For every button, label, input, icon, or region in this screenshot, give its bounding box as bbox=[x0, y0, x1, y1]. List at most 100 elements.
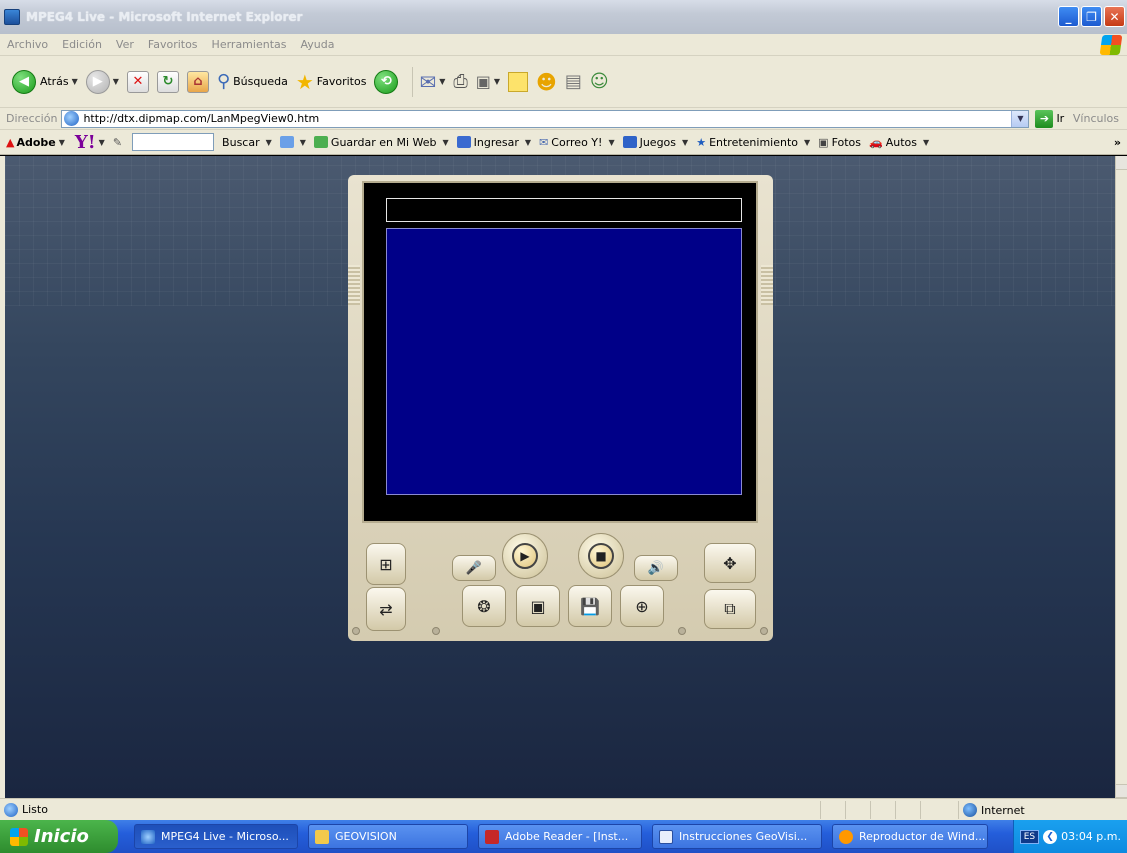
dropdown-icon: ▼ bbox=[923, 137, 930, 147]
close-button[interactable]: ✕ bbox=[1104, 6, 1125, 27]
play-icon: ▶ bbox=[512, 543, 538, 569]
switch-camera-button[interactable]: ⇄ bbox=[366, 587, 406, 631]
research-icon: ▤ bbox=[564, 71, 582, 92]
standard-toolbar: ◀ Atrás ▼ ▶ ▼ ✕ ↻ ⌂ ⚲ Búsqueda ★ Favorit… bbox=[0, 56, 1127, 108]
taskbar-item-media-player[interactable]: Reproductor de Wind... bbox=[832, 824, 988, 849]
photos-label: Fotos bbox=[831, 135, 862, 149]
history-button[interactable]: ⟲ bbox=[374, 69, 399, 94]
vertical-scrollbar[interactable] bbox=[1115, 156, 1127, 798]
links-button[interactable]: Vínculos bbox=[1073, 112, 1119, 125]
dropdown-icon: ▼ bbox=[682, 137, 689, 147]
signin-button[interactable]: Ingresar ▼ bbox=[456, 135, 531, 149]
save-button[interactable]: 💾 bbox=[568, 585, 612, 627]
language-indicator[interactable]: ES bbox=[1019, 829, 1040, 844]
floppy-disk-icon: 💾 bbox=[580, 596, 600, 616]
scroll-down-icon[interactable] bbox=[1116, 784, 1127, 798]
messenger-button[interactable]: ☻ bbox=[536, 70, 557, 94]
taskbar-item-geovision[interactable]: GEOVISION bbox=[308, 824, 468, 849]
autos-button[interactable]: 🚗 Autos ▼ bbox=[869, 136, 929, 149]
yahoo-logo[interactable]: Y! bbox=[75, 132, 96, 153]
edit-button[interactable]: ▣ ▼ bbox=[476, 72, 500, 91]
video-display[interactable] bbox=[386, 228, 742, 495]
menu-archivo[interactable]: Archivo bbox=[0, 38, 55, 51]
favorites-button[interactable]: ★ Favoritos bbox=[296, 70, 367, 94]
home-button[interactable]: ⌂ bbox=[186, 70, 209, 93]
address-input[interactable]: http://dtx.dipmap.com/LanMpegView0.htm ▼ bbox=[61, 109, 1030, 128]
mail-button[interactable]: ✉ ▼ bbox=[419, 70, 445, 94]
show-hidden-icons-icon[interactable]: ❮ bbox=[1043, 829, 1058, 844]
buscar-button[interactable]: Buscar ▼ bbox=[222, 136, 272, 149]
taskbar-item-word[interactable]: Instrucciones GeoVisi... bbox=[652, 824, 822, 849]
mpeg4-player: ⊞ ⇄ 🎤 ▶ ■ 🔊 ✥ ❂ ▣ 💾 ⊕ ⧉ bbox=[348, 175, 773, 641]
menu-herramientas[interactable]: Herramientas bbox=[205, 38, 294, 51]
address-dropdown-icon[interactable]: ▼ bbox=[1011, 110, 1029, 127]
forward-arrow-icon: ▶ bbox=[85, 69, 110, 94]
security-zone: Internet bbox=[958, 801, 1025, 819]
menu-bar: Archivo Edición Ver Favoritos Herramient… bbox=[0, 34, 1127, 56]
print-button[interactable]: ⎙ bbox=[453, 71, 467, 92]
record-button[interactable]: ▣ bbox=[516, 585, 560, 627]
save-web-button[interactable]: Guardar en Mi Web ▼ bbox=[313, 135, 449, 149]
task-label: MPEG4 Live - Microso... bbox=[161, 830, 289, 843]
research-button[interactable]: ▤ bbox=[565, 71, 582, 92]
dropdown-icon: ▼ bbox=[112, 77, 119, 86]
search-button[interactable]: ⚲ Búsqueda bbox=[217, 71, 288, 92]
play-button[interactable]: ▶ bbox=[502, 533, 548, 579]
status-panels bbox=[820, 801, 945, 819]
clock: 03:04 p.m. bbox=[1061, 830, 1121, 843]
microphone-button[interactable]: 🎤 bbox=[452, 555, 496, 581]
restore-button[interactable]: ❐ bbox=[1081, 6, 1102, 27]
page-content: ⊞ ⇄ 🎤 ▶ ■ 🔊 ✥ ❂ ▣ 💾 ⊕ ⧉ bbox=[5, 156, 1115, 798]
taskbar-item-adobe-reader[interactable]: Adobe Reader - [Inst... bbox=[478, 824, 642, 849]
menu-favoritos[interactable]: Favoritos bbox=[141, 38, 205, 51]
menu-ver[interactable]: Ver bbox=[109, 38, 141, 51]
dropdown-icon: ▼ bbox=[493, 77, 501, 86]
photos-button[interactable]: ▣ Fotos bbox=[818, 136, 861, 149]
speaker-button[interactable]: 🔊 bbox=[634, 555, 678, 581]
start-button[interactable]: Inicio bbox=[0, 820, 118, 853]
highlight-button[interactable]: ▼ bbox=[279, 136, 306, 148]
zoom-button[interactable]: ⊕ bbox=[620, 585, 664, 627]
notes-button[interactable] bbox=[508, 71, 529, 92]
highlight-icon bbox=[279, 136, 294, 148]
bolt-icon bbox=[352, 627, 360, 635]
adobe-button[interactable]: ▲ Adobe ▼ bbox=[6, 136, 65, 149]
forward-button[interactable]: ▶ ▼ bbox=[85, 69, 119, 94]
refresh-button[interactable]: ↻ bbox=[156, 70, 179, 93]
ptz-button[interactable]: ✥ bbox=[704, 543, 756, 583]
go-button[interactable]: ➔ Ir bbox=[1035, 109, 1065, 128]
mail-y-button[interactable]: ✉ Correo Y! ▼ bbox=[539, 136, 615, 149]
stop-button[interactable]: ✕ bbox=[126, 70, 149, 93]
go-label: Ir bbox=[1056, 112, 1065, 125]
minimize-button[interactable]: _ bbox=[1058, 6, 1079, 27]
task-label: GEOVISION bbox=[335, 830, 397, 843]
signin-label: Ingresar bbox=[473, 135, 519, 149]
menu-edicion[interactable]: Edición bbox=[55, 38, 109, 51]
save-web-label: Guardar en Mi Web bbox=[330, 135, 437, 149]
task-label: Instrucciones GeoVisi... bbox=[679, 830, 808, 843]
games-label: Juegos bbox=[639, 135, 677, 149]
taskbar-item-ie[interactable]: MPEG4 Live - Microso... bbox=[134, 824, 298, 849]
search-icon: ⚲ bbox=[216, 71, 231, 92]
ptz-camera-icon: ✥ bbox=[723, 553, 737, 573]
history-icon: ⟲ bbox=[374, 69, 399, 94]
network-icon: ⊞ bbox=[379, 554, 393, 574]
menu-ayuda[interactable]: Ayuda bbox=[293, 38, 341, 51]
back-label: Atrás bbox=[40, 75, 69, 88]
snapshot-button[interactable]: ❂ bbox=[462, 585, 506, 627]
games-button[interactable]: Juegos ▼ bbox=[622, 135, 689, 149]
pencil-icon[interactable]: ✎ bbox=[113, 136, 122, 149]
entertainment-button[interactable]: ★ Entretenimiento ▼ bbox=[696, 136, 810, 149]
back-button[interactable]: ◀ Atrás ▼ bbox=[12, 69, 78, 94]
yahoo-search-input[interactable] bbox=[132, 133, 215, 151]
network-button[interactable]: ⊞ bbox=[366, 543, 406, 585]
scroll-up-icon[interactable] bbox=[1116, 156, 1127, 170]
contacts-button[interactable]: ☺ bbox=[590, 71, 609, 92]
dropdown-icon: ▼ bbox=[265, 137, 272, 147]
title-bar: MPEG4 Live - Microsoft Internet Explorer… bbox=[0, 0, 1127, 34]
stop-button[interactable]: ■ bbox=[578, 533, 624, 579]
status-text: Listo bbox=[22, 803, 48, 816]
dropdown-icon[interactable]: ▼ bbox=[99, 138, 105, 147]
more-chevron-icon[interactable]: » bbox=[1114, 136, 1121, 149]
settings-button[interactable]: ⧉ bbox=[704, 589, 756, 629]
